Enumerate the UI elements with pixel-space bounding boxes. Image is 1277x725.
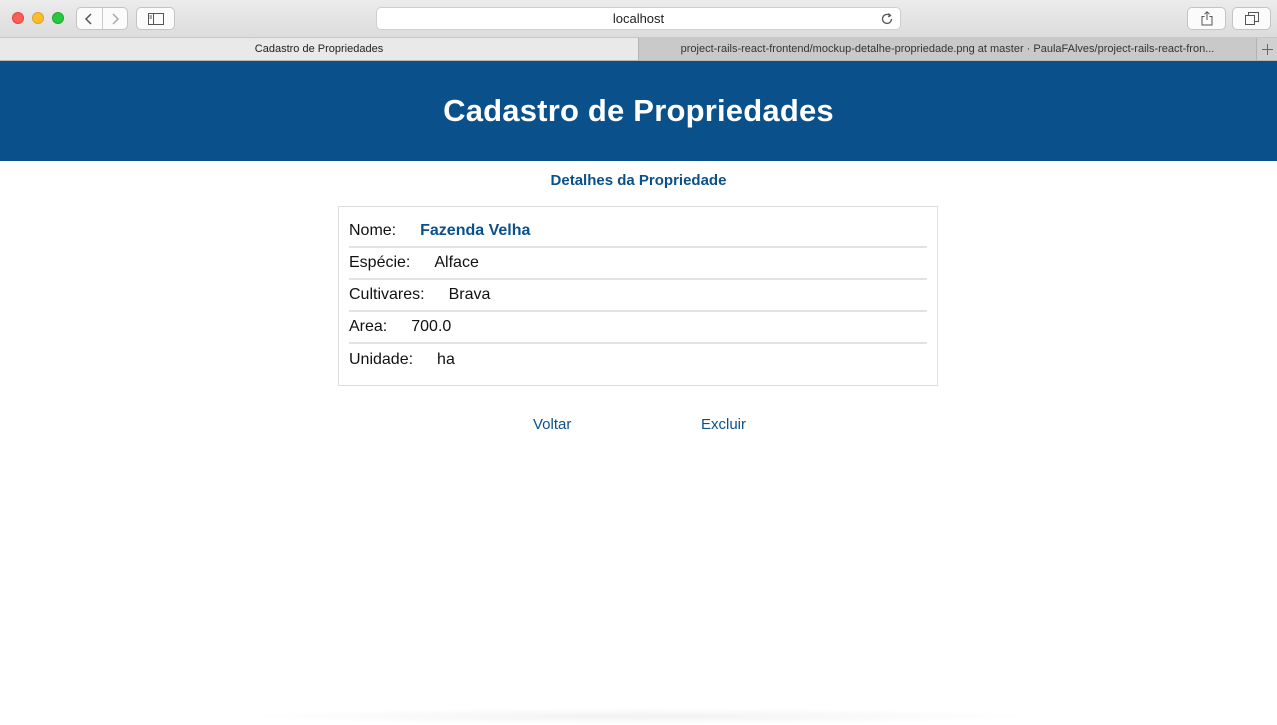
back-link[interactable]: Voltar (533, 416, 571, 433)
plus-icon (1261, 43, 1273, 55)
show-tabs-button[interactable] (1232, 7, 1271, 30)
address-bar[interactable]: localhost (376, 7, 901, 30)
history-nav (76, 7, 128, 30)
close-window-button[interactable] (12, 12, 24, 24)
field-value-especie: Alface (434, 254, 479, 271)
field-label: Espécie: (349, 254, 411, 271)
tab-label: project-rails-react-frontend/mockup-deta… (680, 43, 1215, 55)
zoom-window-button[interactable] (52, 12, 64, 24)
field-label: Cultivares: (349, 286, 425, 303)
detail-row-especie: Espécie: Alface (349, 248, 927, 280)
detail-row-cultivares: Cultivares: Brava (349, 280, 927, 312)
field-value-area: 700.0 (411, 318, 452, 335)
share-button[interactable] (1187, 7, 1226, 30)
new-tab-button[interactable] (1256, 38, 1277, 60)
minimize-window-button[interactable] (32, 12, 44, 24)
sidebar-icon (147, 12, 164, 25)
detail-row-area: Area: 700.0 (349, 312, 927, 344)
section-title: Detalhes da Propriedade (550, 172, 727, 189)
field-label: Unidade: (349, 351, 414, 368)
chevron-left-icon (85, 12, 92, 25)
tab-cadastro[interactable]: Cadastro de Propriedades (0, 38, 638, 60)
tab-bar: Cadastro de Propriedades project-rails-r… (0, 38, 1277, 61)
page-header: Cadastro de Propriedades (0, 61, 1277, 161)
field-value-unidade: ha (437, 351, 455, 368)
reload-icon[interactable] (880, 12, 894, 26)
field-label: Area: (349, 318, 388, 335)
property-details-card: Nome: Fazenda Velha Espécie: Alface Cult… (338, 206, 938, 386)
tab-label: Cadastro de Propriedades (254, 43, 384, 55)
tab-github-mockup[interactable]: project-rails-react-frontend/mockup-deta… (638, 38, 1256, 60)
page-title: Cadastro de Propriedades (443, 93, 834, 128)
tabs-overview-icon (1244, 12, 1259, 25)
field-value-nome: Fazenda Velha (420, 222, 531, 239)
detail-row-unidade: Unidade: ha (349, 344, 927, 376)
delete-link[interactable]: Excluir (701, 416, 746, 433)
field-value-cultivares: Brava (448, 286, 491, 303)
bottom-shadow (240, 708, 1040, 725)
actions-bar: Voltar Excluir (0, 416, 1277, 436)
back-button[interactable] (77, 8, 102, 29)
field-label: Nome: (349, 222, 397, 239)
chevron-right-icon (112, 12, 119, 25)
sidebar-toggle-button[interactable] (136, 7, 175, 30)
address-text: localhost (612, 11, 665, 26)
share-icon (1201, 11, 1212, 26)
detail-row-nome: Nome: Fazenda Velha (349, 216, 927, 248)
forward-button[interactable] (101, 8, 128, 29)
browser-titlebar: localhost (0, 0, 1277, 38)
